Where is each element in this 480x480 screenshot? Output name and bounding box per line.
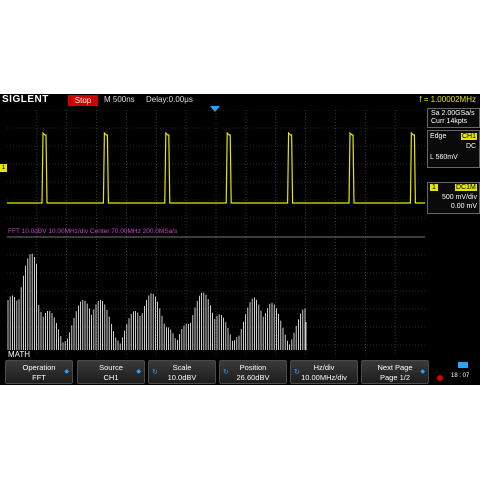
math-label: MATH xyxy=(8,350,31,359)
knob-icon: ↻ xyxy=(294,369,300,376)
acquisition-box: Sa 2.00GSa/s Curr 14kpts xyxy=(427,108,480,128)
arrow-icon: ◆ xyxy=(136,369,141,375)
softkey-menu: Operation FFT ◆ Source CH1 ◆ Scale 10.0dBV ↻ Posi… xyxy=(0,359,480,385)
arrow-icon: ◆ xyxy=(64,369,69,375)
fft-info-label: FFT 10.0dBV 10.00MHz/div Center:70.00MHz… xyxy=(8,228,178,235)
ch1-scale: 500 mV/div xyxy=(441,194,477,201)
softkey-title: Operation xyxy=(22,363,56,372)
softkey-value: CH1 xyxy=(103,373,119,382)
fft-spectrum xyxy=(7,253,307,350)
trigger-level: L 560mV xyxy=(430,154,458,161)
sample-rate: Sa 2.00GSa/s xyxy=(431,110,475,117)
frequency-readout: f = 1.00002MHz xyxy=(419,95,476,104)
softkey-title: Source xyxy=(99,363,123,372)
softkey-value: 10.00MHz/div xyxy=(301,373,347,382)
softkey-operation[interactable]: Operation FFT ◆ xyxy=(5,360,73,384)
run-stop-indicator[interactable]: Stop xyxy=(68,95,98,106)
ch1-coupling: DC1M xyxy=(455,184,477,191)
softkey-value: Page 1/2 xyxy=(379,373,411,382)
softkey-position[interactable]: Position 26.60dBV ↻ xyxy=(219,360,287,384)
softkey-scale[interactable]: Scale 10.0dBV ↻ xyxy=(148,360,216,384)
network-icon xyxy=(437,375,443,381)
usb-icon xyxy=(458,362,468,368)
softkey-hz-div[interactable]: Hz/div 10.00MHz/div ↻ xyxy=(290,360,358,384)
ch1-box[interactable]: 1 DC1M 500 mV/div 0.00 mV xyxy=(427,182,480,214)
trigger-box[interactable]: Edge CH1 DC L 560mV xyxy=(427,130,480,168)
trigger-coupling: DC xyxy=(466,143,477,150)
softkey-title: Position xyxy=(239,363,267,372)
trigger-type: Edge xyxy=(430,133,447,140)
softkey-value: 10.0dBV xyxy=(167,373,197,382)
knob-icon: ↻ xyxy=(152,369,158,376)
softkey-title: Hz/div xyxy=(313,363,335,372)
delay-readout: Delay:0.00μs xyxy=(146,95,193,104)
waveform-display: FFT 10.0dBV 10.00MHz/div Center:70.00MHz… xyxy=(7,110,425,354)
ch1-level-marker-icon: 1 xyxy=(0,164,7,172)
right-info-panel: Sa 2.00GSa/s Curr 14kpts Edge CH1 DC L 5… xyxy=(427,108,480,223)
softkey-value: FFT xyxy=(32,373,46,382)
status-area: 18 : 07 xyxy=(433,359,480,385)
trigger-source: CH1 xyxy=(461,133,478,140)
clock: 18 : 07 xyxy=(451,373,470,379)
softkey-title: Scale xyxy=(172,363,192,372)
softkey-title: Next Page xyxy=(377,363,413,372)
knob-icon: ↻ xyxy=(223,369,229,376)
oscilloscope-screen: SIGLENT Stop M 500ns Delay:0.00μs f = 1.… xyxy=(0,94,480,385)
softkey-value: 26.60dBV xyxy=(236,373,270,382)
memory-depth: Curr 14kpts xyxy=(431,118,468,125)
ch1-number: 1 xyxy=(430,184,438,191)
ch1-offset: 0.00 mV xyxy=(450,203,477,210)
top-status-bar: SIGLENT Stop M 500ns Delay:0.00μs f = 1.… xyxy=(0,94,480,107)
softkey-next-page[interactable]: Next Page Page 1/2 ◆ xyxy=(361,360,429,384)
softkey-source[interactable]: Source CH1 ◆ xyxy=(77,360,145,384)
timebase-readout: M 500ns xyxy=(104,95,135,104)
arrow-icon: ◆ xyxy=(420,369,425,375)
brand-logo: SIGLENT xyxy=(2,94,49,105)
